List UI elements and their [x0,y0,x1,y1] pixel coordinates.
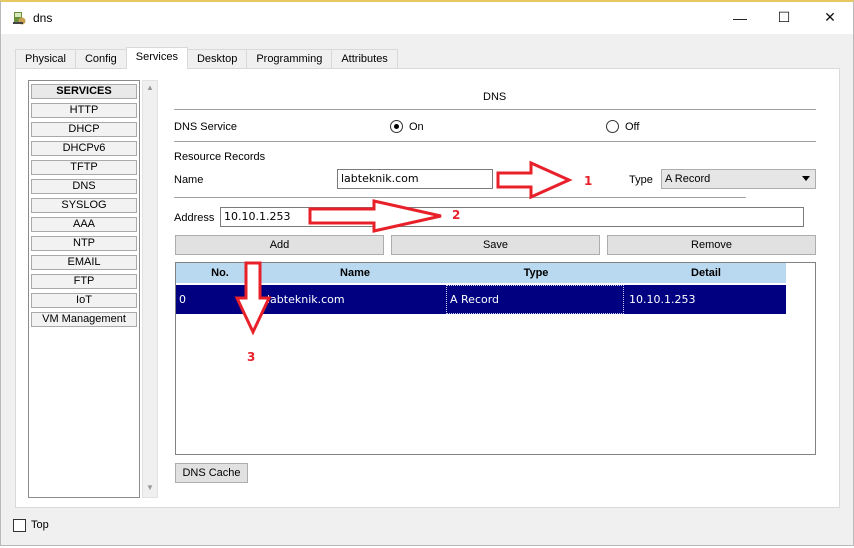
dns-service-on-radio[interactable] [390,120,403,133]
maximize-icon[interactable]: ☐ [761,2,807,33]
service-item-http[interactable]: HTTP [31,103,137,118]
tab-config[interactable]: Config [74,49,127,69]
dns-service-off-label: Off [625,121,640,133]
remove-button[interactable]: Remove [607,235,816,255]
service-item-tftp[interactable]: TFTP [31,160,137,175]
tab-bar: Physical Config Services Desktop Program… [15,47,398,69]
divider [174,141,816,142]
tab-attributes[interactable]: Attributes [331,49,398,69]
column-header-type[interactable]: Type [446,263,626,283]
service-item-vm-management[interactable]: VM Management [31,312,137,327]
address-input[interactable]: 10.10.1.253 [220,207,804,227]
resource-records-label: Resource Records [174,151,266,163]
dns-records-table: No. Name Type Detail 0 labteknik.com A R… [175,262,816,455]
cell-no: 0 [179,293,186,306]
services-header: SERVICES [31,84,137,99]
service-item-dhcpv6[interactable]: DHCPv6 [31,141,137,156]
top-checkbox[interactable] [13,519,26,532]
close-icon[interactable]: ✕ [807,2,853,33]
annotation-label-3: 3 [247,350,256,364]
tab-programming[interactable]: Programming [246,49,333,69]
type-select[interactable]: A Record [661,169,816,189]
cell-name: labteknik.com [267,293,345,306]
cell-detail: 10.10.1.253 [629,293,696,306]
scroll-up-icon[interactable]: ▲ [146,83,154,92]
window-title: dns [33,11,53,25]
dns-service-off-radio[interactable] [606,120,619,133]
annotation-label-2: 2 [452,208,461,222]
dns-service-on-label: On [409,121,424,133]
name-label: Name [174,174,204,186]
dns-cache-button[interactable]: DNS Cache [175,463,248,483]
service-item-email[interactable]: EMAIL [31,255,137,270]
services-scrollbar[interactable]: ▲ ▼ [142,80,158,498]
service-item-ntp[interactable]: NTP [31,236,137,251]
tab-physical[interactable]: Physical [15,49,76,69]
service-item-aaa[interactable]: AAA [31,217,137,232]
column-header-name[interactable]: Name [264,263,446,283]
tab-services[interactable]: Services [125,47,188,69]
service-item-ftp[interactable]: FTP [31,274,137,289]
type-label: Type [629,174,653,186]
dns-section-title: DNS [483,91,507,103]
service-item-iot[interactable]: IoT [31,293,137,308]
address-label: Address [174,212,215,224]
scroll-down-icon[interactable]: ▼ [146,483,154,492]
annotation-label-1: 1 [584,174,593,188]
type-select-value: A Record [665,173,711,185]
column-header-no[interactable]: No. [176,263,264,283]
title-bar: dns — ☐ ✕ [1,2,853,34]
name-input[interactable]: labteknik.com [337,169,493,189]
top-checkbox-label: Top [31,519,49,531]
service-item-syslog[interactable]: SYSLOG [31,198,137,213]
services-list: SERVICES HTTP DHCP DHCPv6 TFTP DNS SYSLO… [28,80,140,498]
table-header: No. Name Type Detail [176,263,786,283]
add-button[interactable]: Add [175,235,384,255]
minimize-icon[interactable]: — [717,2,763,33]
save-button[interactable]: Save [391,235,600,255]
dns-service-label: DNS Service [174,121,237,133]
service-item-dns[interactable]: DNS [31,179,137,194]
dns-window: dns — ☐ ✕ Physical Config Services Deskt… [0,0,854,546]
column-header-detail[interactable]: Detail [626,263,786,283]
divider [174,197,746,198]
service-item-dhcp[interactable]: DHCP [31,122,137,137]
divider [174,109,816,110]
services-panel: SERVICES HTTP DHCP DHCPv6 TFTP DNS SYSLO… [15,68,840,508]
app-icon [13,12,26,25]
tab-desktop[interactable]: Desktop [186,49,248,69]
dropdown-arrow-icon [802,176,810,181]
table-row[interactable]: 0 labteknik.com A Record 10.10.1.253 [176,285,786,314]
cell-type: A Record [446,285,624,314]
